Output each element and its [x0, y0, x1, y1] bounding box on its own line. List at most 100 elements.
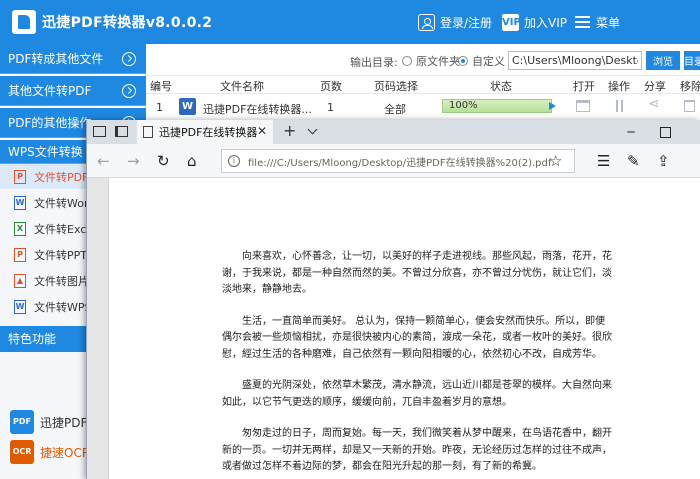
col-status: 状态: [490, 80, 512, 93]
sidebar-item-label: 文件转WPS: [34, 300, 92, 314]
browser-window: 迅捷PDF在线转换器 (2). ✕ + ─ ← → ↻ ⌂ i file:///…: [86, 120, 700, 479]
vip-label: 加入VIP: [524, 15, 567, 30]
nav-label: WPS文件转换: [8, 145, 83, 159]
pdf-viewer[interactable]: 向来喜欢，心怀善念，让一切，以美好的样子走进视线。那些风起，雨落，花开，花谢，于…: [87, 178, 700, 479]
menu-label: 菜单: [596, 15, 621, 30]
minimize-button[interactable]: ─: [617, 122, 645, 142]
row-page-select[interactable]: 全部: [384, 101, 406, 117]
app-titlebar: 迅捷PDF转换器v8.0.0.2 登录/注册 VIP 加入VIP 菜单: [0, 0, 700, 44]
promo-xunjie-pdf[interactable]: PDF 迅捷PDF: [10, 408, 87, 436]
col-open: 打开: [573, 80, 595, 93]
output-toolbar: 输出目录: 原文件夹 自定义 浏览 目录: [146, 44, 700, 76]
folder-icon[interactable]: [576, 100, 590, 112]
row-index: 1: [156, 101, 163, 114]
pdf-page: 向来喜欢，心怀善念，让一切，以美好的样子走进视线。那些风起，雨落，花开，花谢，于…: [109, 178, 700, 479]
menu-button[interactable]: 菜单: [574, 12, 620, 32]
tab-pdf[interactable]: 迅捷PDF在线转换器 (2). ✕: [137, 120, 273, 144]
sidebar-item-label: 文件转图片: [34, 274, 89, 288]
forward-button[interactable]: →: [127, 152, 140, 170]
vip-icon: VIP: [502, 13, 521, 31]
maximize-button[interactable]: [651, 122, 679, 142]
browse-button[interactable]: 浏览: [646, 51, 680, 70]
radio-label: 自定义: [472, 55, 505, 68]
nav-pdf-to-other[interactable]: PDF转成其他文件: [0, 44, 146, 74]
new-tab-button[interactable]: +: [283, 121, 296, 140]
sidebar-item-label: 文件转Exce: [34, 222, 94, 236]
tab-preview-icon[interactable]: [93, 126, 106, 137]
row-filename: 迅捷PDF在线转换器...: [203, 103, 312, 116]
nav-label: PDF转成其他文件: [8, 52, 104, 66]
play-icon[interactable]: [549, 102, 556, 110]
nav-label: PDF的其他操作: [8, 116, 92, 130]
col-pages: 页数: [320, 80, 342, 93]
radio-source-folder[interactable]: 原文件夹: [402, 53, 460, 69]
menu-icon: [574, 14, 591, 31]
hub-icon[interactable]: ☰: [597, 152, 610, 170]
col-page-select: 页码选择: [374, 80, 418, 93]
progress-text: 100%: [449, 100, 478, 111]
url-text: file:///C:/Users/Mloong/Desktop/迅捷PDF在线转…: [248, 157, 552, 169]
pdf-paragraph: 生活，一直简单而美好。 总认为，保持一颗简单心，便会安然而快乐。所以，即便偶尔会…: [222, 315, 612, 360]
sidebar-item-label: 文件转PDF: [34, 170, 89, 184]
col-index: 编号: [150, 80, 172, 93]
ocr-logo-icon: OCR: [10, 440, 34, 464]
excel-file-icon: X: [14, 221, 26, 236]
radio-dot-selected: [458, 56, 468, 66]
join-vip-button[interactable]: VIP 加入VIP: [502, 12, 567, 32]
pdf-text: 向来喜欢，心怀善念，让一切，以美好的样子走进视线。那些风起，雨落，花开，花谢，于…: [222, 249, 612, 479]
share-icon[interactable]: ⇪: [657, 152, 670, 170]
trash-icon[interactable]: [684, 100, 695, 112]
output-dir-label: 输出目录:: [350, 56, 398, 69]
radio-dot: [402, 56, 412, 66]
table-header: 编号 文件名称 页数 页码选择 状态 打开 操作 分享 移除: [146, 76, 700, 94]
open-directory-button[interactable]: 目录: [684, 51, 700, 70]
sidebar-item-label: 文件转Wor: [34, 196, 89, 210]
promo-label: 迅捷PDF: [40, 415, 88, 430]
word-file-icon: W: [14, 195, 26, 210]
table-row[interactable]: 1 W 迅捷PDF在线转换器... 1 全部 100%: [146, 94, 700, 120]
output-path-input[interactable]: [508, 51, 642, 70]
col-remove: 移除: [680, 80, 700, 93]
share-icon[interactable]: [648, 96, 662, 112]
address-bar[interactable]: i file:///C:/Users/Mloong/Desktop/迅捷PDF在…: [221, 149, 575, 173]
chevron-right-icon: [122, 52, 136, 66]
promo-label: 捷速OCR: [40, 445, 91, 460]
login-label: 登录/注册: [440, 15, 493, 30]
close-tab-icon[interactable]: ✕: [257, 124, 267, 138]
app-logo-icon: [12, 10, 36, 34]
web-note-icon[interactable]: ✎: [627, 152, 640, 170]
app-title: 迅捷PDF转换器v8.0.0.2: [42, 15, 213, 31]
set-tabs-aside-icon[interactable]: [115, 126, 128, 137]
chevron-right-icon: [122, 84, 136, 98]
login-button[interactable]: 登录/注册: [418, 12, 492, 32]
wps-file-icon: W: [14, 299, 26, 314]
pdf-paragraph: 向来喜欢，心怀善念，让一切，以美好的样子走进视线。那些风起，雨落，花开，花谢，于…: [222, 251, 612, 295]
tab-strip: 迅捷PDF在线转换器 (2). ✕ + ─: [87, 120, 700, 144]
image-file-icon: ▲: [14, 273, 26, 288]
promo-jiesu-ocr[interactable]: OCR 捷速OCR: [10, 438, 90, 466]
conversion-progress-bar: 100%: [442, 99, 552, 113]
nav-label: 其他文件转PDF: [8, 84, 92, 98]
col-share: 分享: [644, 80, 666, 93]
pause-icon[interactable]: [616, 100, 623, 112]
row-pages: 1: [327, 101, 334, 114]
home-button[interactable]: ⌂: [187, 152, 197, 170]
col-filename: 文件名称: [220, 80, 264, 93]
refresh-button[interactable]: ↻: [157, 152, 170, 170]
chevron-down-icon[interactable]: [307, 124, 318, 135]
tab-title: 迅捷PDF在线转换器 (2).: [159, 126, 259, 139]
xunjie-pdf-logo-icon: PDF: [10, 410, 34, 434]
col-action: 操作: [608, 80, 630, 93]
radio-label: 原文件夹: [416, 55, 460, 68]
pdf-paragraph: 盛夏的光阴深处，依然草木繁茂，清水静流，远山近川都是苍翠的模样。大自然向来如此，…: [222, 380, 612, 408]
info-icon[interactable]: i: [228, 155, 240, 167]
nav-other-to-pdf[interactable]: 其他文件转PDF: [0, 76, 146, 106]
sidebar-item-label: 文件转PPT: [34, 248, 87, 262]
radio-custom-folder[interactable]: 自定义: [458, 53, 505, 69]
favorite-star-icon[interactable]: ☆: [549, 152, 562, 170]
ppt-file-icon: P: [14, 247, 26, 262]
navigation-bar: ← → ↻ ⌂ i file:///C:/Users/Mloong/Deskto…: [87, 144, 700, 178]
pdf-file-icon: P: [14, 169, 26, 184]
back-button[interactable]: ←: [97, 152, 110, 170]
page-icon: [143, 126, 153, 138]
